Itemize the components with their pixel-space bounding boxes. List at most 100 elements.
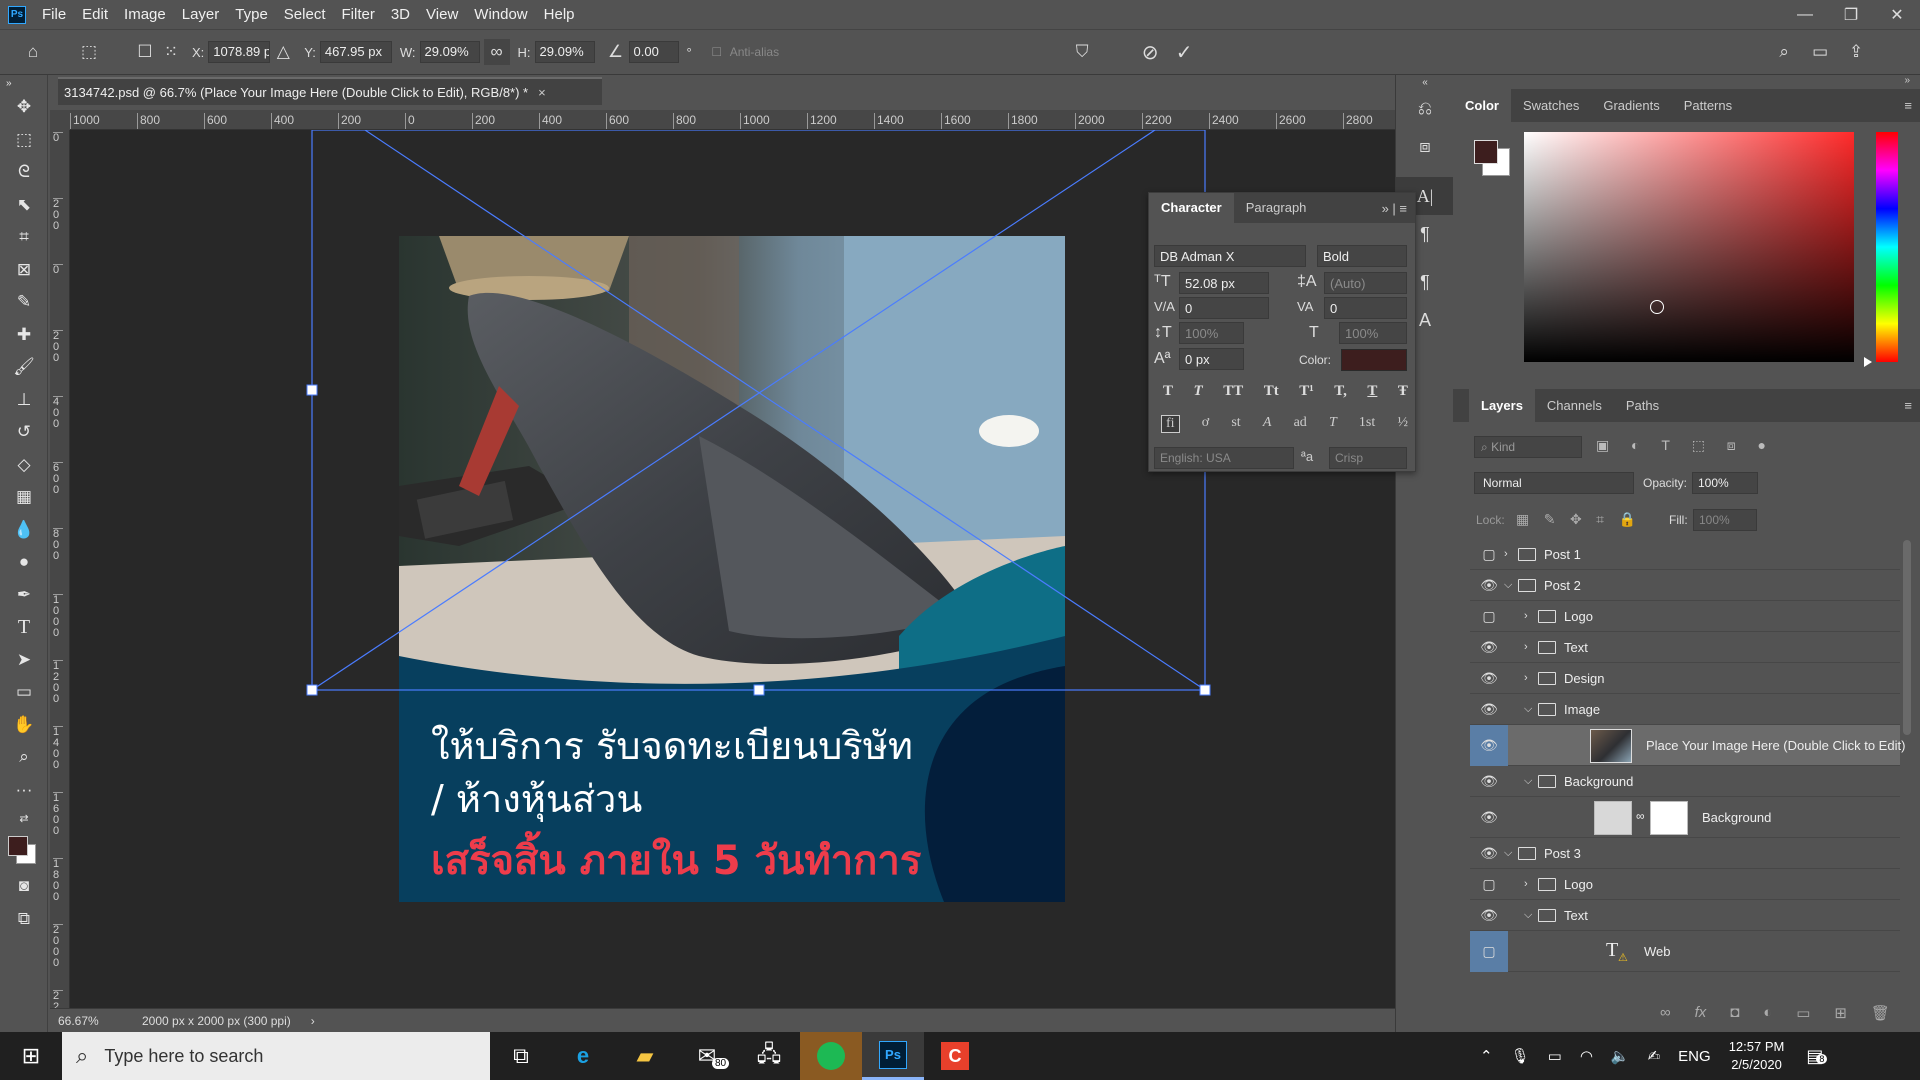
- font-style-select[interactable]: Bold: [1317, 245, 1407, 267]
- blur-tool-icon[interactable]: 💧: [0, 514, 48, 547]
- search-icon[interactable]: ⌕: [1771, 39, 1797, 65]
- hue-slider[interactable]: [1876, 132, 1898, 362]
- reference-point-checkbox[interactable]: ☐: [132, 39, 158, 65]
- layer-row[interactable]: 👁 ⌵ Post 3: [1470, 838, 1900, 869]
- menu-3d[interactable]: 3D: [383, 6, 418, 23]
- zoom-level[interactable]: 66.67%: [50, 1014, 110, 1028]
- battery-icon[interactable]: ▭: [1548, 1047, 1562, 1065]
- opacity-input[interactable]: 100%: [1692, 472, 1758, 494]
- mask-link-icon[interactable]: ∞: [1636, 809, 1645, 823]
- angle-input[interactable]: 0.00: [628, 41, 679, 63]
- hand-tool-icon[interactable]: ✋: [0, 709, 48, 742]
- filter-smart-object-icon[interactable]: ⧈: [1727, 437, 1736, 454]
- swap-colors-icon[interactable]: ⇄: [0, 806, 48, 830]
- reference-point-icon[interactable]: ⁙: [158, 39, 184, 65]
- healing-brush-tool-icon[interactable]: ✚: [0, 319, 48, 352]
- frame-tool-icon[interactable]: ⊠: [0, 254, 48, 287]
- tab-color[interactable]: Color: [1453, 89, 1511, 122]
- menu-layer[interactable]: Layer: [174, 6, 228, 23]
- eye-icon[interactable]: 👁: [1478, 809, 1500, 826]
- eye-icon[interactable]: 👁: [1478, 670, 1500, 687]
- transform-handle-bottom-left[interactable]: [306, 684, 318, 696]
- x-input[interactable]: 1078.89 p: [208, 41, 271, 63]
- filter-shape-icon[interactable]: ⬚: [1692, 437, 1705, 454]
- collapse-group-chevron-icon[interactable]: ⌵: [1524, 775, 1532, 788]
- underline-button[interactable]: T: [1367, 383, 1377, 400]
- panel-menu-icon[interactable]: » | ≡: [1382, 201, 1415, 216]
- layer-row[interactable]: 👁 ⌵ Post 2: [1470, 570, 1900, 601]
- wifi-icon[interactable]: ◠: [1580, 1047, 1593, 1065]
- faux-bold-button[interactable]: T: [1163, 383, 1173, 400]
- layer-thumbnail[interactable]: [1594, 801, 1632, 835]
- font-family-select[interactable]: DB Adman X: [1154, 245, 1306, 267]
- photoshop-taskbar-icon[interactable]: Ps: [862, 1032, 924, 1080]
- text-color-swatch[interactable]: [1341, 349, 1407, 371]
- share-icon[interactable]: ⇪: [1843, 39, 1869, 65]
- warp-icon[interactable]: ⛉: [1069, 39, 1095, 65]
- photoshop-logo-icon[interactable]: Ps: [8, 5, 26, 24]
- close-icon[interactable]: ✕: [1874, 0, 1920, 29]
- eye-icon[interactable]: 👁: [1478, 845, 1500, 862]
- eraser-tool-icon[interactable]: ◇: [0, 449, 48, 482]
- color-panel-foreground-swatch[interactable]: [1474, 140, 1498, 164]
- antialias-checkbox[interactable]: ☐: [704, 39, 730, 65]
- h-input[interactable]: 29.09%: [534, 41, 595, 63]
- filter-pixel-icon[interactable]: ▣: [1596, 437, 1609, 454]
- language-indicator[interactable]: ENG: [1678, 1048, 1711, 1065]
- discretionary-ligatures-button[interactable]: st: [1231, 415, 1240, 433]
- w-input[interactable]: 29.09%: [419, 41, 480, 63]
- blend-mode-select[interactable]: Normal: [1474, 472, 1634, 494]
- layer-row[interactable]: ▢ › Logo: [1470, 601, 1900, 632]
- transform-handle-bottom[interactable]: [753, 684, 765, 696]
- font-size-input[interactable]: 52.08 px: [1179, 272, 1269, 294]
- collapse-right-panel-icon[interactable]: »: [1453, 75, 1920, 89]
- collapse-group-chevron-icon[interactable]: ⌵: [1524, 703, 1532, 716]
- dodge-tool-icon[interactable]: ●: [0, 546, 48, 579]
- expand-group-chevron-icon[interactable]: ›: [1524, 878, 1528, 890]
- fill-input[interactable]: 100%: [1693, 509, 1757, 531]
- menu-image[interactable]: Image: [116, 6, 174, 23]
- stylistic-alternates-button[interactable]: ad: [1294, 415, 1307, 433]
- faux-italic-button[interactable]: T: [1194, 383, 1203, 400]
- layer-row[interactable]: 👁 ⌵ Background: [1470, 766, 1900, 797]
- tab-channels[interactable]: Channels: [1535, 389, 1614, 422]
- expand-group-chevron-icon[interactable]: ›: [1524, 641, 1528, 653]
- layer-row[interactable]: ▢ › Post 1: [1470, 539, 1900, 570]
- crop-tool-icon[interactable]: ⌗: [0, 221, 48, 254]
- screen-recorder-icon[interactable]: C: [924, 1032, 986, 1080]
- color-picker-cursor[interactable]: [1650, 300, 1664, 314]
- menu-file[interactable]: File: [34, 6, 74, 23]
- layer-row[interactable]: ▢ T ⚠ Web: [1470, 930, 1900, 972]
- layer-row[interactable]: 👁 ∞ Background: [1470, 797, 1900, 838]
- network-app-icon[interactable]: 🖧: [738, 1032, 800, 1080]
- move-tool-icon[interactable]: ✥: [0, 91, 48, 124]
- delta-icon[interactable]: △: [270, 39, 296, 65]
- horizontal-scale-input[interactable]: 100%: [1339, 322, 1407, 344]
- lock-transparent-icon[interactable]: ▦: [1516, 511, 1529, 528]
- eye-icon[interactable]: 👁: [1478, 701, 1500, 718]
- color-panel-menu-icon[interactable]: ≡: [1904, 98, 1912, 113]
- titling-alternates-button[interactable]: T: [1329, 415, 1337, 433]
- gradient-tool-icon[interactable]: ▦: [0, 481, 48, 514]
- home-icon[interactable]: ⌂: [20, 39, 46, 65]
- collapse-group-chevron-icon[interactable]: ⌵: [1524, 909, 1532, 922]
- rectangle-tool-icon[interactable]: ▭: [0, 676, 48, 709]
- menu-window[interactable]: Window: [466, 6, 535, 23]
- small-caps-button[interactable]: Tt: [1264, 383, 1279, 400]
- menu-help[interactable]: Help: [536, 6, 583, 23]
- tab-patterns[interactable]: Patterns: [1672, 89, 1744, 122]
- layer-mask-thumbnail[interactable]: [1650, 801, 1688, 835]
- delete-layer-icon[interactable]: 🗑: [1871, 1004, 1890, 1022]
- spotify-icon[interactable]: [800, 1032, 862, 1080]
- microphone-icon[interactable]: 🎙: [1511, 1047, 1530, 1065]
- all-caps-button[interactable]: TT: [1223, 383, 1243, 400]
- collapse-panels-icon[interactable]: «: [1396, 75, 1454, 89]
- menu-type[interactable]: Type: [227, 6, 276, 23]
- transform-tool-icon[interactable]: ⬚: [76, 39, 102, 65]
- menu-select[interactable]: Select: [276, 6, 334, 23]
- layer-row[interactable]: 👁 › Design: [1470, 663, 1900, 694]
- smart-object-thumbnail[interactable]: [1590, 729, 1632, 763]
- standard-ligatures-button[interactable]: fi: [1161, 415, 1180, 433]
- foreground-color-swatch[interactable]: [8, 836, 28, 856]
- collapse-group-chevron-icon[interactable]: ⌵: [1504, 579, 1512, 592]
